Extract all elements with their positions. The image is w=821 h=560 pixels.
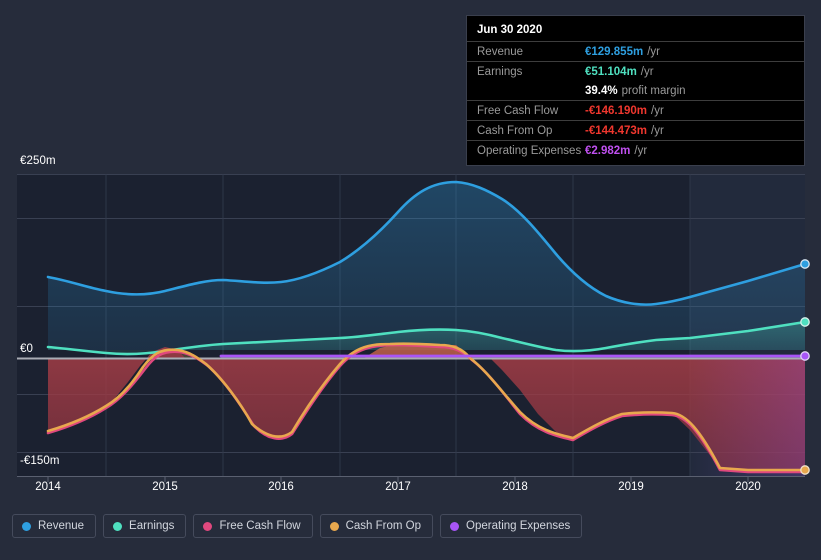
y-axis-label-neg150m: -€150m	[20, 455, 60, 467]
tooltip-unit-profit-margin: profit margin	[621, 84, 686, 97]
tooltip-key-earnings: Earnings	[477, 65, 523, 78]
tooltip-row-cash-from-op: Cash From Op -€144.473m /yr	[467, 120, 804, 140]
legend-dot-cash-from-op-icon	[329, 521, 339, 531]
tooltip-key-free-cash-flow: Free Cash Flow	[477, 104, 559, 117]
endpoint-cash-from-op	[800, 465, 810, 475]
tooltip-value-operating-expenses: €2.982m	[585, 144, 631, 157]
tooltip-row-earnings: Earnings €51.104m /yr	[467, 61, 804, 81]
legend-label-revenue: Revenue	[38, 520, 85, 532]
tooltip-unit-revenue: /yr	[647, 45, 660, 58]
x-axis-label-2015: 2015	[152, 481, 178, 493]
tooltip-unit-free-cash-flow: /yr	[651, 104, 664, 117]
legend-item-earnings[interactable]: Earnings	[103, 514, 187, 538]
chart-legend: Revenue Earnings Free Cash Flow Cash Fro…	[12, 514, 583, 538]
legend-item-free-cash-flow[interactable]: Free Cash Flow	[193, 514, 313, 538]
chart-page: €250m €0 -€150m 2014 2015 2016 2017 2018…	[0, 0, 821, 560]
x-axis-label-2019: 2019	[618, 481, 644, 493]
tooltip-value-cash-from-op: -€144.473m	[585, 124, 648, 137]
tooltip-value-revenue: €129.855m	[585, 45, 644, 58]
x-axis-label-2014: 2014	[35, 481, 61, 493]
tooltip-value-profit-margin: 39.4%	[585, 84, 618, 97]
forecast-wash	[690, 358, 805, 476]
tooltip-date: Jun 30 2020	[477, 24, 543, 36]
endpoint-revenue	[800, 259, 810, 269]
legend-item-revenue[interactable]: Revenue	[12, 514, 97, 538]
legend-dot-free-cash-flow-icon	[203, 521, 213, 531]
legend-item-operating-expenses[interactable]: Operating Expenses	[440, 514, 583, 538]
tooltip-key-cash-from-op: Cash From Op	[477, 124, 553, 137]
tooltip-unit-earnings: /yr	[640, 65, 654, 78]
legend-label-cash-from-op: Cash From Op	[345, 520, 422, 532]
legend-dot-earnings-icon	[113, 521, 123, 531]
legend-label-operating-expenses: Operating Expenses	[466, 520, 571, 532]
tooltip-row-free-cash-flow: Free Cash Flow -€146.190m /yr	[467, 100, 804, 120]
legend-label-free-cash-flow: Free Cash Flow	[219, 520, 301, 532]
tooltip-unit-operating-expenses: /yr	[634, 144, 648, 157]
y-axis-label-0: €0	[20, 343, 33, 355]
tooltip-row-operating-expenses: Operating Expenses €2.982m /yr	[467, 140, 804, 160]
x-axis-label-2018: 2018	[502, 481, 528, 493]
legend-dot-revenue-icon	[22, 521, 31, 531]
x-axis-label-2017: 2017	[385, 481, 411, 493]
legend-item-cash-from-op[interactable]: Cash From Op	[319, 514, 434, 538]
tooltip-value-earnings: €51.104m	[585, 65, 637, 78]
tooltip-key-operating-expenses: Operating Expenses	[477, 144, 582, 157]
endpoint-operating-expenses	[800, 351, 810, 361]
legend-dot-operating-expenses-icon	[450, 521, 460, 531]
x-axis-label-2016: 2016	[268, 481, 294, 493]
y-axis-label-250m: €250m	[20, 155, 56, 167]
tooltip-unit-cash-from-op: /yr	[651, 124, 664, 137]
tooltip-value-free-cash-flow: -€146.190m	[585, 104, 648, 117]
x-axis-label-2020: 2020	[735, 481, 761, 493]
tooltip-row-revenue: Revenue €129.855m /yr	[467, 41, 804, 61]
tooltip-row-profit-margin: 39.4% profit margin	[467, 81, 804, 100]
legend-label-earnings: Earnings	[129, 520, 175, 532]
endpoint-earnings	[800, 317, 810, 327]
tooltip-key-revenue: Revenue	[477, 45, 524, 58]
chart-tooltip: Jun 30 2020 Revenue €129.855m /yr Earnin…	[466, 15, 805, 166]
